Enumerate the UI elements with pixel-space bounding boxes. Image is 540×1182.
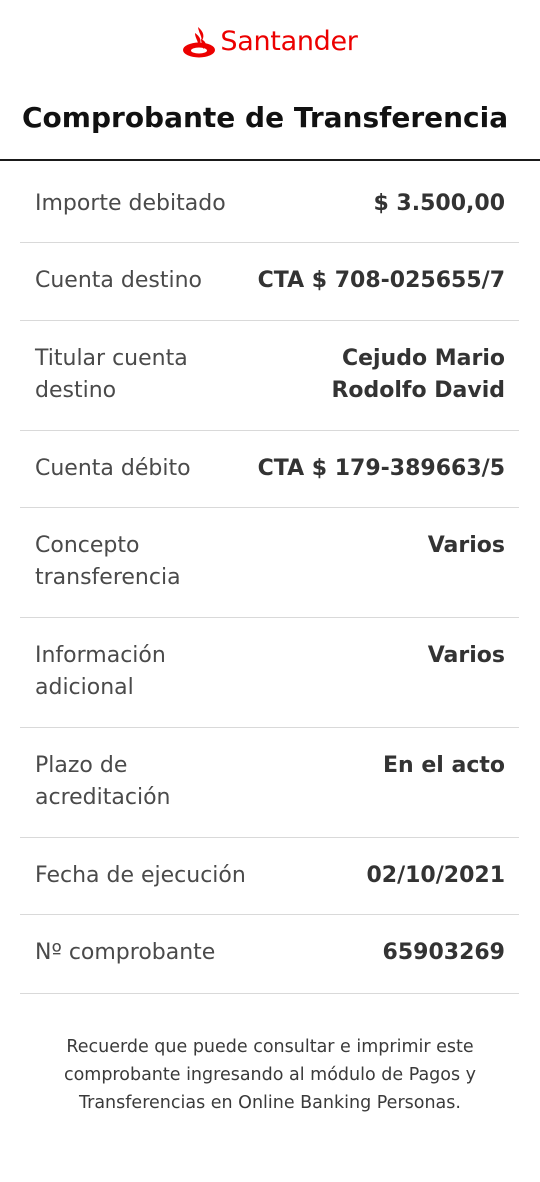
detail-label: Cuenta débito [35,456,191,481]
detail-value: 02/10/2021 [366,863,505,888]
detail-label: Importe debitado [35,191,226,216]
title-divider [0,159,540,161]
brand-name: Santander [220,26,358,57]
detail-value: Varios [427,643,505,668]
detail-value: CTA $ 708-025655/7 [257,268,505,293]
detail-row-numero-comprobante: Nº comprobante 65903269 [20,915,519,994]
santander-flame-icon [183,27,216,58]
detail-label: Fecha de ejecución [35,863,246,888]
detail-row-plazo-acreditacion: Plazo de acreditación En el acto [20,728,519,838]
detail-value: $ 3.500,00 [373,191,505,216]
detail-row-titular-cuenta-destino: Titular cuenta destino Cejudo Mario Rodo… [20,321,519,431]
detail-value: 65903269 [382,940,505,965]
detail-label: Titular cuenta destino [35,346,188,403]
detail-label: Cuenta destino [35,268,202,293]
transfer-details-list: Importe debitado $ 3.500,00 Cuenta desti… [20,166,519,994]
detail-label: Plazo de acreditación [35,753,171,810]
detail-row-concepto-transferencia: Concepto transferencia Varios [20,508,519,618]
detail-row-fecha-ejecucion: Fecha de ejecución 02/10/2021 [20,838,519,915]
detail-row-informacion-adicional: Información adicional Varios [20,618,519,728]
page-title: Comprobante de Transferencia [22,101,509,134]
detail-label: Concepto transferencia [35,533,181,590]
detail-label: Nº comprobante [35,940,216,965]
brand-logo: Santander [0,22,540,62]
detail-row-cuenta-destino: Cuenta destino CTA $ 708-025655/7 [20,243,519,321]
detail-value: Varios [427,533,505,558]
footnote-text: Recuerde que puede consultar e imprimir … [63,1036,477,1113]
detail-label: Información adicional [35,643,166,700]
detail-value: Cejudo Mario Rodolfo David [331,346,505,403]
detail-row-cuenta-debito: Cuenta débito CTA $ 179-389663/5 [20,431,519,508]
detail-row-importe-debitado: Importe debitado $ 3.500,00 [20,166,519,243]
detail-value: En el acto [383,753,505,778]
detail-value: CTA $ 179-389663/5 [257,456,505,481]
